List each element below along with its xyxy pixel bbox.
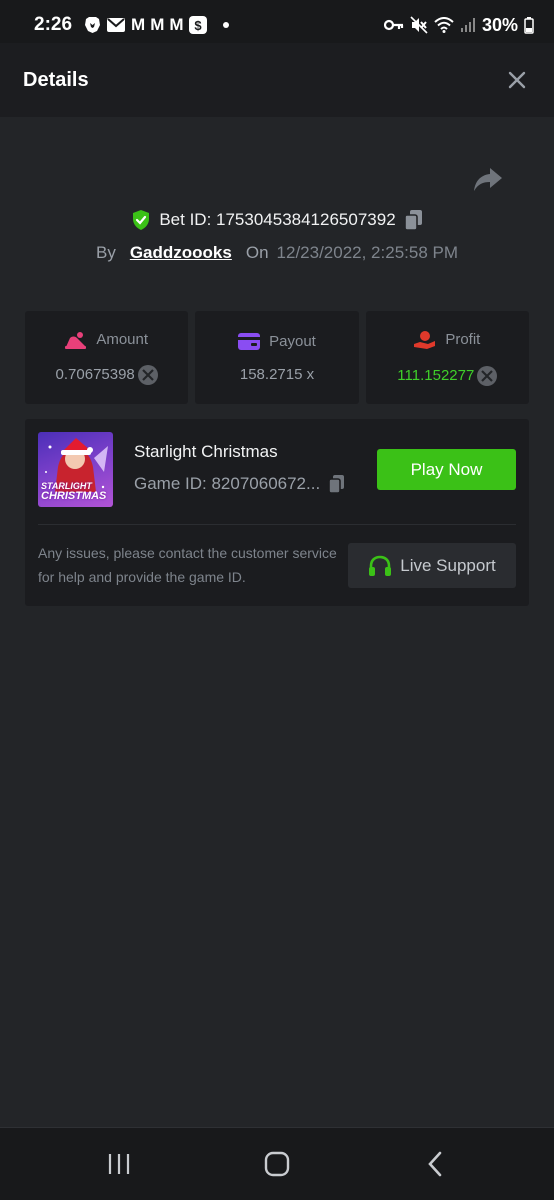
copy-bet-id-button[interactable] [403, 209, 423, 231]
gmail-icon: M [150, 15, 164, 34]
gmail-icon: M [169, 15, 183, 34]
vpn-key-icon [383, 19, 404, 31]
live-support-button[interactable]: Live Support [348, 543, 516, 588]
status-bar-right: 30% [383, 14, 534, 36]
profit-label: Profit [445, 331, 481, 348]
home-button[interactable] [247, 1139, 307, 1189]
copy-icon [328, 475, 345, 494]
bet-id: Bet ID: 1753045384126507392 [159, 210, 396, 229]
wifi-icon [434, 17, 454, 33]
payout-label: Payout [269, 332, 316, 350]
profit-hand-icon [414, 330, 436, 349]
home-icon [264, 1151, 290, 1177]
recent-apps-button[interactable] [89, 1139, 149, 1189]
support-notice: Any issues, please contact the customer … [38, 545, 337, 585]
game-id-row: Game ID: 8207060672... [134, 474, 345, 494]
profit-stat: Profit 111.152277 [365, 311, 529, 404]
bet-id-row: Bet ID: 1753045384126507392 [0, 206, 554, 234]
share-icon [474, 168, 502, 191]
brave-icon [84, 16, 101, 34]
bet-meta-row: By Gaddzoooks On 12/23/2022, 2:25:58 PM [0, 240, 554, 266]
by-label: By [95, 243, 116, 262]
recent-apps-icon [108, 1154, 130, 1174]
close-icon [508, 71, 526, 89]
battery-percentage: 30% [481, 14, 518, 35]
mute-icon [410, 16, 428, 34]
on-label: On [245, 243, 269, 262]
live-support-label: Live Support [400, 555, 496, 575]
back-icon [428, 1151, 442, 1177]
amount-label: Amount [96, 331, 149, 348]
bet-date: 12/23/2022, 2:25:58 PM [276, 243, 459, 262]
payout-stat: Payout 158.2715 x [195, 311, 359, 404]
signal-icon [460, 17, 476, 33]
game-art-line2: CHRISTMAS [41, 490, 107, 502]
game-title: Starlight Christmas [134, 442, 278, 461]
status-time: 2:26 [34, 14, 73, 35]
system-nav-bar [0, 1127, 554, 1200]
copy-icon [403, 210, 422, 231]
amount-icon [65, 331, 87, 349]
username-link[interactable]: Gaddzoooks [130, 243, 232, 263]
headset-icon [369, 555, 392, 576]
back-button[interactable] [405, 1139, 465, 1189]
notification-dot [222, 22, 229, 28]
copy-game-id-button[interactable] [328, 474, 345, 494]
game-id: Game ID: 8207060672... [134, 474, 321, 493]
amount-stat: Amount 0.70675398 [25, 311, 189, 404]
battery-icon [524, 16, 534, 34]
play-now-button[interactable]: Play Now [377, 449, 516, 490]
close-button[interactable] [502, 65, 532, 95]
currency-coin-icon [137, 364, 158, 385]
game-art-title: STARLIGHT CHRISTMAS [41, 481, 107, 502]
verified-shield-icon [133, 210, 150, 230]
svg-text:$: $ [194, 18, 202, 33]
currency-coin-icon [477, 365, 498, 386]
status-bar-left: 2:26 M M M $ [34, 14, 229, 36]
payout-value: 158.2715 x [239, 365, 315, 383]
divider [38, 524, 516, 525]
game-card: STARLIGHT CHRISTMAS Starlight Christmas … [25, 419, 529, 606]
amount-value: 0.70675398 [55, 366, 135, 383]
game-thumbnail[interactable]: STARLIGHT CHRISTMAS [38, 432, 113, 507]
gmail-icon: M [131, 15, 145, 34]
share-button[interactable] [473, 167, 505, 197]
cash-app-icon: $ [188, 16, 207, 34]
page-title: Details [23, 68, 89, 91]
payout-card-icon [238, 332, 261, 350]
details-header: Details [0, 43, 554, 117]
bet-stats: Amount 0.70675398 Payout 158.2715 x Prof… [25, 311, 529, 404]
profit-value: 111.152277 [397, 367, 475, 384]
mail-icon [107, 18, 126, 32]
